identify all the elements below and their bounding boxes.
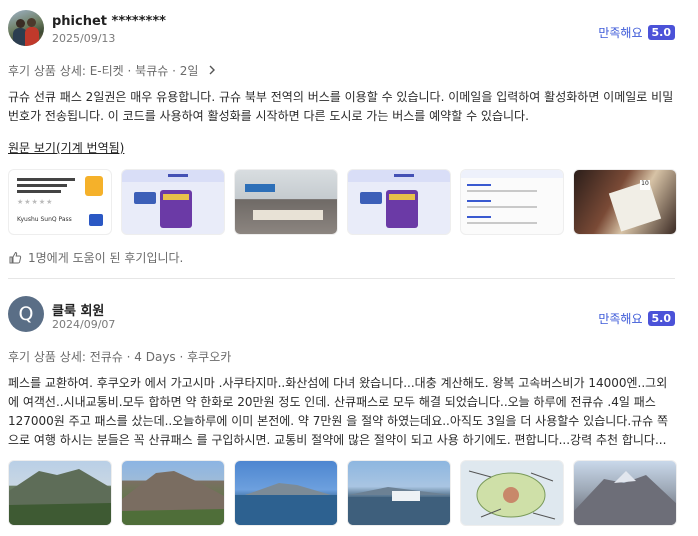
reviewer-name: phichet ******** (52, 14, 166, 29)
review-photo[interactable] (234, 460, 338, 526)
rating-text: 만족해요 (598, 312, 643, 326)
review-photo[interactable] (121, 460, 225, 526)
review-card: Q 클룩 회원 2024/09/07 만족해요 5.0 후기 상품 상세: 전큐… (8, 296, 677, 526)
product-detail-text: 후기 상품 상세: E-티켓 · 북큐슈 · 2일 (8, 63, 199, 78)
review-photo[interactable] (460, 169, 564, 235)
thumbs-up-icon (9, 251, 22, 263)
review-date: 2025/09/13 (52, 32, 116, 45)
rating: 만족해요 5.0 (598, 310, 675, 327)
review-header: Q 클룩 회원 2024/09/07 만족해요 5.0 (8, 296, 675, 336)
divider (8, 278, 675, 279)
rating-badge: 5.0 (647, 311, 675, 326)
reviewer-name: 클룩 회원 (52, 304, 105, 319)
review-date: 2024/09/07 (52, 318, 116, 331)
helpful-text: 1명에게 도움이 된 후기입니다. (28, 251, 184, 265)
view-original-link[interactable]: 원문 보기(기계 번역됨) (8, 139, 124, 156)
chevron-right-icon (209, 65, 216, 75)
product-detail-text: 후기 상품 상세: 전큐슈 · 4 Days · 후쿠오카 (8, 349, 232, 364)
rating-text: 만족해요 (598, 26, 643, 40)
review-photo[interactable] (347, 460, 451, 526)
avatar (8, 10, 44, 46)
review-photo[interactable] (460, 460, 564, 526)
helpful-row[interactable]: 1명에게 도움이 된 후기입니다. (8, 249, 675, 266)
product-detail[interactable]: 후기 상품 상세: E-티켓 · 북큐슈 · 2일 (8, 62, 675, 78)
rating: 만족해요 5.0 (598, 24, 675, 41)
review-photo[interactable]: ★★★★★ Kyushu SunQ Pass (8, 169, 112, 235)
review-photo[interactable]: 10 (573, 169, 677, 235)
review-photo[interactable] (121, 169, 225, 235)
review-body: 페스를 교환하여. 후쿠오카 에서 가고시마 .사쿠타지마..화산섬에 다녀 왔… (8, 376, 669, 447)
review-header: phichet ******** 2025/09/13 만족해요 5.0 (8, 10, 675, 50)
review-photo[interactable] (573, 460, 677, 526)
review-photo[interactable] (8, 460, 112, 526)
review-body: 규슈 선큐 패스 2일권은 매우 유용합니다. 규슈 북부 전역의 버스를 이용… (8, 90, 674, 123)
review-photo[interactable] (234, 169, 338, 235)
rating-badge: 5.0 (647, 25, 675, 40)
photo-caption: Kyushu SunQ Pass (17, 216, 72, 223)
review-photo[interactable] (347, 169, 451, 235)
review-card: phichet ******** 2025/09/13 만족해요 5.0 후기 … (8, 10, 677, 266)
review-photos (8, 460, 677, 526)
review-photos: ★★★★★ Kyushu SunQ Pass 10 (8, 169, 677, 235)
avatar: Q (8, 296, 44, 332)
product-detail: 후기 상품 상세: 전큐슈 · 4 Days · 후쿠오카 (8, 348, 675, 364)
